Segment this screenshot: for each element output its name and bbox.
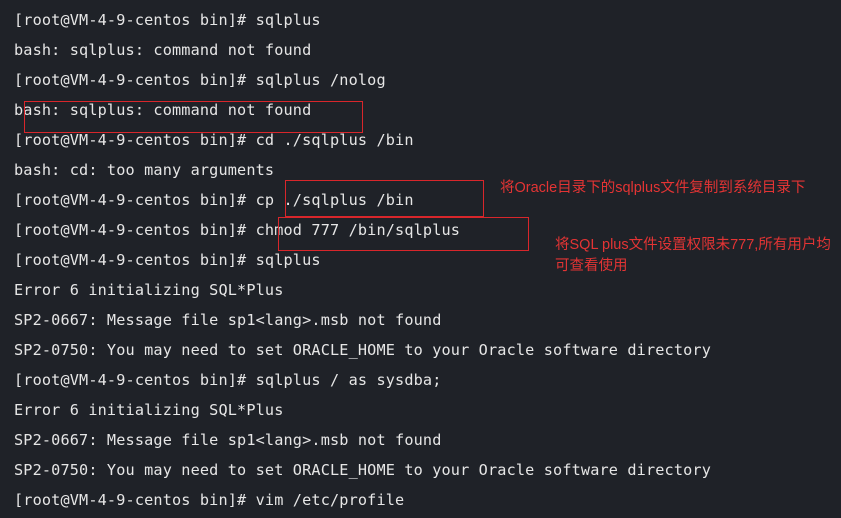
- terminal-line: [root@VM-4-9-centos bin]# sqlplus: [14, 251, 321, 269]
- terminal-line: SP2-0750: You may need to set ORACLE_HOM…: [14, 461, 712, 479]
- terminal-line: SP2-0667: Message file sp1<lang>.msb not…: [14, 431, 442, 449]
- terminal-line: Error 6 initializing SQL*Plus: [14, 281, 284, 299]
- terminal-line: [root@VM-4-9-centos bin]# sqlplus: [14, 11, 321, 29]
- terminal-line: SP2-0750: You may need to set ORACLE_HOM…: [14, 341, 712, 359]
- terminal-line: bash: sqlplus: command not found: [14, 41, 312, 59]
- terminal-line: bash: cd: too many arguments: [14, 161, 275, 179]
- terminal-line: [root@VM-4-9-centos bin]# sqlplus / as s…: [14, 371, 442, 389]
- highlight-box-cp: [285, 180, 484, 217]
- terminal-line: [root@VM-4-9-centos bin]# sqlplus /nolog: [14, 71, 386, 89]
- highlight-box-error: [24, 101, 363, 133]
- highlight-box-chmod: [278, 217, 529, 251]
- terminal-line: Error 6 initializing SQL*Plus: [14, 401, 284, 419]
- terminal-line: [root@VM-4-9-centos bin]# vim /etc/profi…: [14, 491, 405, 509]
- terminal-window[interactable]: [root@VM-4-9-centos bin]# sqlplus bash: …: [0, 0, 841, 518]
- annotation-chmod-note: 将SQL plus文件设置权限未777,所有用户均可查看使用: [555, 237, 831, 274]
- annotation-copy-note: 将Oracle目录下的sqlplus文件复制到系统目录下: [500, 180, 806, 196]
- terminal-line: SP2-0667: Message file sp1<lang>.msb not…: [14, 311, 442, 329]
